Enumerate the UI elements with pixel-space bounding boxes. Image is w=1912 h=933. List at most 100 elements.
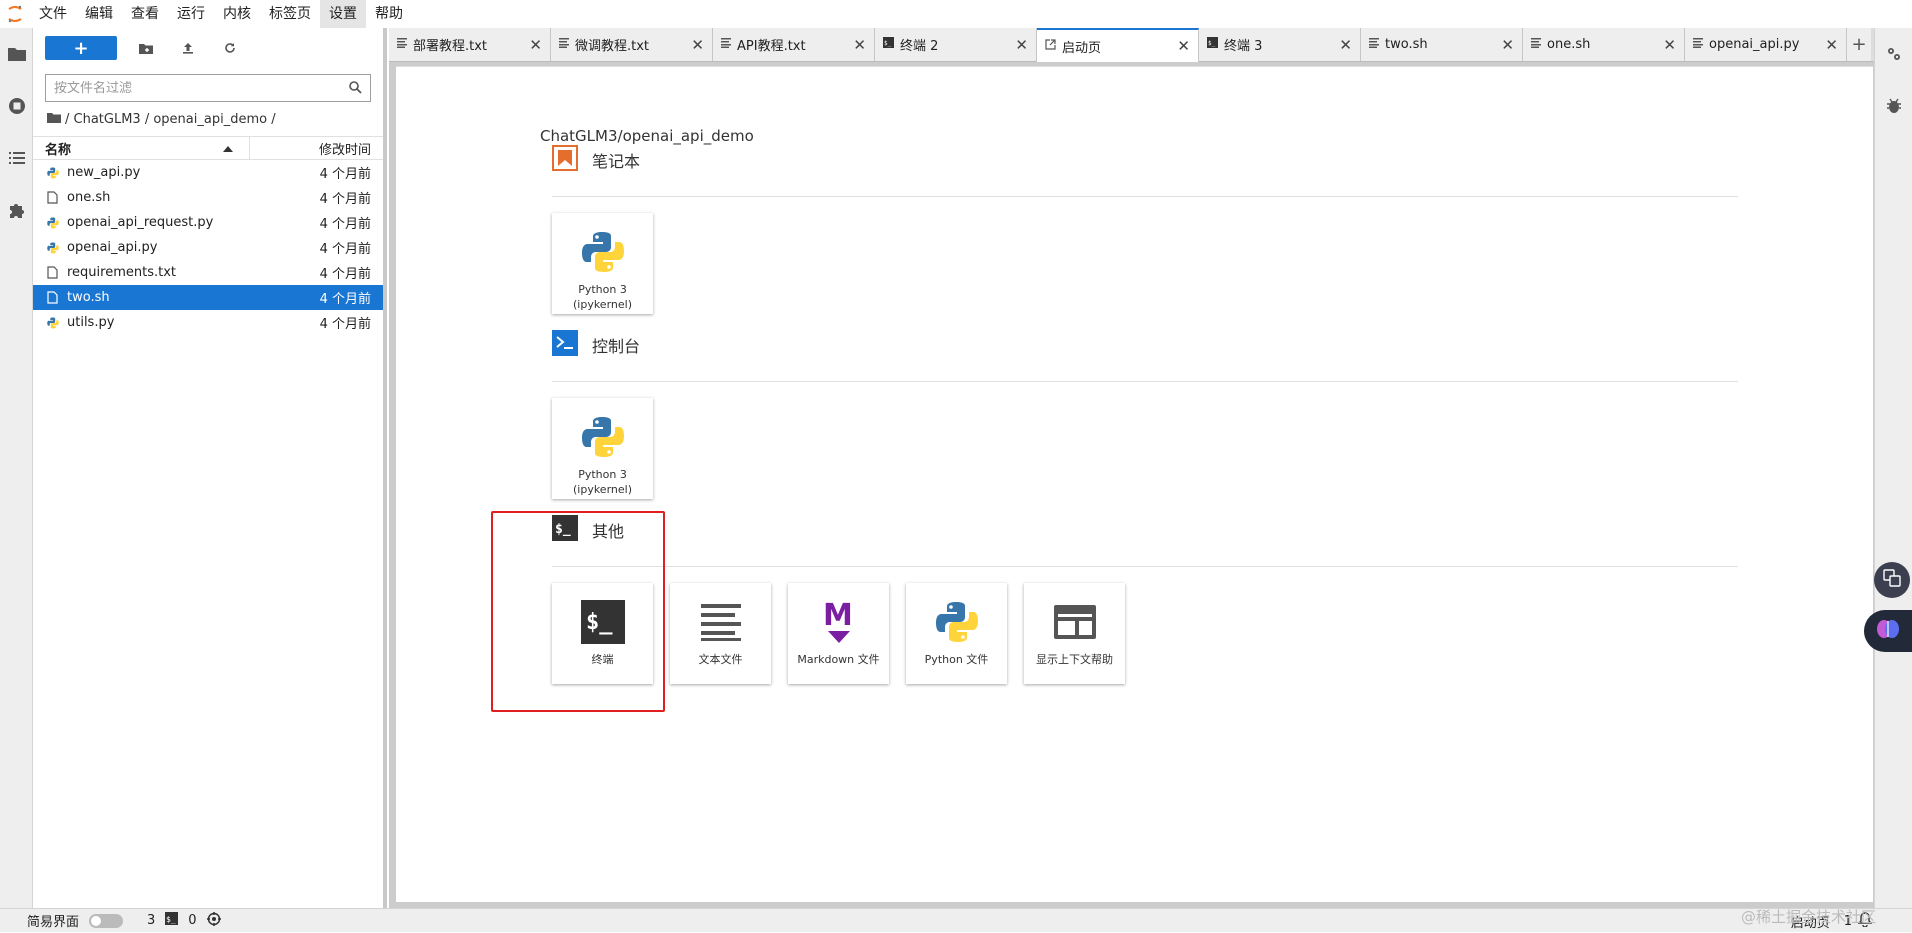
python-logo-icon — [581, 223, 625, 281]
menubar: 文件 编辑 查看 运行 内核 标签页 设置 帮助 — [0, 0, 1912, 28]
tab[interactable]: API教程.txt ✕ — [713, 28, 875, 61]
kernel-count[interactable]: 3 — [147, 913, 155, 928]
kernel-status-icon — [206, 911, 221, 930]
tab-label: 终端 2 — [900, 39, 939, 54]
tab[interactable]: two.sh ✕ — [1361, 28, 1523, 61]
file-toolbar: + — [33, 28, 383, 68]
launcher: ChatGLM3/openai_api_demo 笔记本 Python 3 (i… — [396, 66, 1873, 902]
file-filter-input[interactable] — [54, 80, 334, 96]
svg-text:$_: $_ — [166, 915, 176, 924]
svg-text:$_: $_ — [1208, 40, 1216, 47]
refresh-icon[interactable] — [209, 36, 251, 60]
file-modified: 4 个月前 — [319, 192, 371, 207]
file-row[interactable]: openai_api_request.py 4 个月前 — [33, 210, 383, 235]
file-row[interactable]: utils.py 4 个月前 — [33, 310, 383, 335]
running-icon[interactable] — [0, 80, 33, 132]
menu-edit[interactable]: 编辑 — [76, 0, 122, 28]
tab[interactable]: $_ 终端 2 ✕ — [875, 28, 1037, 61]
main-area: 部署教程.txt ✕ 微调教程.txt ✕ API教程.txt ✕ $_ 终端 2 ✕ 启动页 ✕ $… — [389, 28, 1874, 908]
folder-icon[interactable] — [0, 28, 33, 80]
tab[interactable]: openai_api.py ✕ — [1685, 28, 1847, 61]
card-label: 文本文件 — [698, 653, 743, 666]
translate-float-button[interactable] — [1874, 562, 1910, 598]
section-console-title: 控制台 — [592, 336, 641, 356]
text-file-card[interactable]: 文本文件 — [670, 583, 771, 684]
tab[interactable]: 微调教程.txt ✕ — [551, 28, 713, 61]
text-file-icon — [700, 593, 742, 651]
assistant-float-button[interactable] — [1864, 610, 1912, 652]
menu-settings[interactable]: 设置 — [320, 0, 366, 28]
terminal-count[interactable]: 0 — [188, 913, 196, 928]
file-row[interactable]: new_api.py 4 个月前 — [33, 160, 383, 185]
file-row[interactable]: requirements.txt 4 个月前 — [33, 260, 383, 285]
column-modified-header[interactable]: 修改时间 — [250, 137, 383, 159]
text-icon — [721, 37, 731, 52]
text-icon — [1369, 37, 1379, 52]
close-icon[interactable]: ✕ — [853, 36, 866, 54]
new-launcher-button[interactable]: + — [45, 36, 117, 60]
new-folder-icon[interactable] — [125, 36, 167, 60]
tab[interactable]: 启动页 ✕ — [1037, 28, 1199, 62]
console-icon — [552, 329, 578, 360]
file-icon — [47, 191, 67, 204]
debugger-icon[interactable] — [1875, 80, 1912, 132]
tab[interactable]: one.sh ✕ — [1523, 28, 1685, 61]
console-python3-card[interactable]: Python 3 (ipykernel) — [552, 398, 653, 499]
breadcrumb-path[interactable]: / ChatGLM3 / openai_api_demo / — [65, 112, 276, 127]
tab[interactable]: 部署教程.txt ✕ — [389, 28, 551, 61]
menu-view[interactable]: 查看 — [122, 0, 168, 28]
watermark: @稀土掘金技术社区 — [1740, 908, 1876, 926]
file-row[interactable]: openai_api.py 4 个月前 — [33, 235, 383, 260]
column-name-header[interactable]: 名称 — [33, 137, 250, 159]
tab-label: 启动页 — [1062, 40, 1102, 56]
tab-bar: 部署教程.txt ✕ 微调教程.txt ✕ API教程.txt ✕ $_ 终端 2 ✕ 启动页 ✕ $… — [389, 28, 1874, 62]
launcher-icon — [1045, 38, 1056, 54]
terminal-icon: $_ — [1207, 37, 1218, 52]
section-console: 控制台 Python 3 (ipykernel) — [552, 329, 1738, 499]
card-label: Python 文件 — [924, 653, 989, 666]
context-help-card[interactable]: 显示上下文帮助 — [1024, 583, 1125, 684]
add-tab-icon[interactable]: + — [1847, 28, 1871, 61]
file-modified: 4 个月前 — [319, 217, 371, 232]
file-list: new_api.py 4 个月前 one.sh 4 个月前 openai_api_req… — [33, 160, 383, 335]
section-notebook: 笔记本 Python 3 (ipykernel) — [552, 144, 1738, 314]
breadcrumb: / ChatGLM3 / openai_api_demo / — [33, 102, 383, 136]
python-file-icon — [47, 242, 67, 254]
close-icon[interactable]: ✕ — [1501, 36, 1514, 54]
section-console-header: 控制台 — [552, 329, 1738, 382]
tab-label: 终端 3 — [1224, 39, 1263, 54]
property-inspector-icon[interactable] — [1875, 28, 1912, 80]
simple-mode-toggle[interactable] — [89, 913, 124, 928]
file-row[interactable]: two.sh 4 个月前 — [33, 285, 383, 310]
card-label-line1: Python 3 — [578, 283, 627, 296]
file-name: two.sh — [67, 290, 110, 305]
markdown-file-card[interactable]: M Markdown 文件 — [788, 583, 889, 684]
menu-file[interactable]: 文件 — [30, 0, 76, 28]
menu-tabs[interactable]: 标签页 — [260, 0, 320, 28]
file-row[interactable]: one.sh 4 个月前 — [33, 185, 383, 210]
menu-help[interactable]: 帮助 — [366, 0, 412, 28]
markdown-icon: M — [822, 593, 856, 651]
file-modified: 4 个月前 — [319, 292, 371, 307]
notebook-python3-card[interactable]: Python 3 (ipykernel) — [552, 213, 653, 314]
python-file-icon — [47, 217, 67, 229]
upload-icon[interactable] — [167, 36, 209, 60]
close-icon[interactable]: ✕ — [1339, 36, 1352, 54]
python-file-card[interactable]: Python 文件 — [906, 583, 1007, 684]
close-icon[interactable]: ✕ — [529, 36, 542, 54]
card-label: Markdown 文件 — [797, 653, 880, 666]
file-list-header: 名称 修改时间 — [33, 136, 383, 160]
close-icon[interactable]: ✕ — [691, 36, 704, 54]
close-icon[interactable]: ✕ — [1177, 37, 1190, 55]
menu-kernel[interactable]: 内核 — [214, 0, 260, 28]
table-of-contents-icon[interactable] — [0, 132, 33, 184]
close-icon[interactable]: ✕ — [1663, 36, 1676, 54]
tab[interactable]: $_ 终端 3 ✕ — [1199, 28, 1361, 61]
close-icon[interactable]: ✕ — [1825, 36, 1838, 54]
context-help-icon — [1053, 593, 1097, 651]
extension-icon[interactable] — [0, 184, 33, 236]
menu-run[interactable]: 运行 — [168, 0, 214, 28]
file-browser: + / ChatGLM3 / openai_api_demo / 名称 修改时间… — [33, 28, 387, 908]
close-icon[interactable]: ✕ — [1015, 36, 1028, 54]
home-folder-icon[interactable] — [47, 112, 61, 127]
